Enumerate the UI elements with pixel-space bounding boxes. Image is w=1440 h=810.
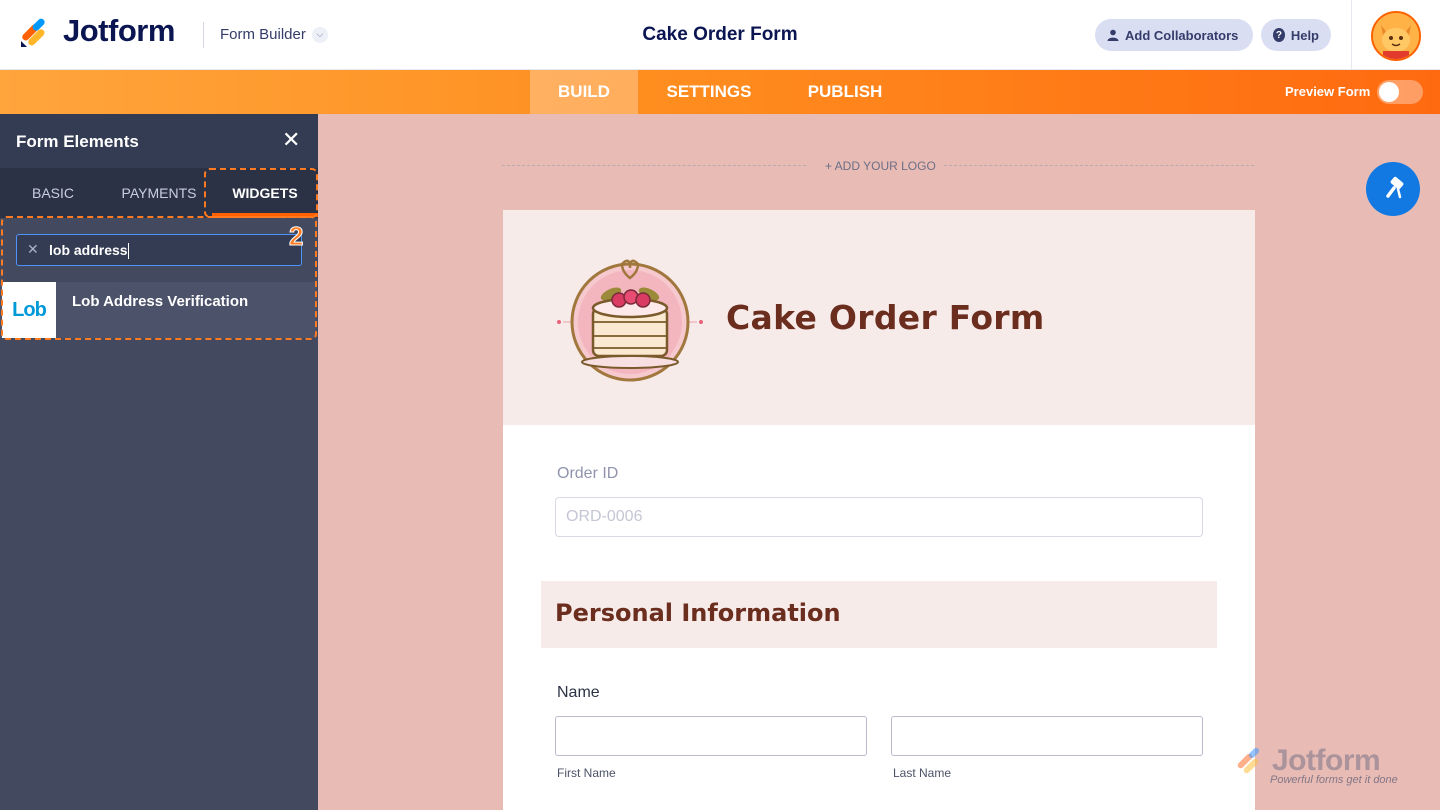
last-name-sublabel: Last Name: [893, 766, 952, 780]
avatar[interactable]: [1371, 11, 1421, 61]
name-label: Name: [557, 684, 600, 701]
add-collaborators-label: Add Collaborators: [1125, 27, 1239, 43]
highlight-search-area: [1, 216, 317, 340]
help-button[interactable]: ? Help: [1261, 19, 1331, 51]
form-heading[interactable]: Cake Order Form: [726, 298, 1045, 337]
add-collaborators-button[interactable]: Add Collaborators: [1095, 19, 1253, 51]
preview-form-label: Preview Form: [1285, 84, 1371, 99]
order-id-field[interactable]: ORD-0006: [555, 497, 1203, 537]
add-logo-link[interactable]: + ADD YOUR LOGO: [825, 159, 936, 173]
chevron-down-icon: ⌵: [311, 26, 328, 43]
step-badge: 2: [288, 221, 304, 251]
form-header[interactable]: Cake Order Form: [503, 210, 1255, 425]
top-bar: Jotform Form Builder ⌵ Cake Order Form A…: [0, 0, 1440, 70]
tab-build[interactable]: BUILD: [530, 70, 638, 114]
panel-title: Form Elements: [16, 132, 139, 151]
builder-nav: BUILD SETTINGS PUBLISH Preview Form: [0, 70, 1440, 114]
tab-payments[interactable]: PAYMENTS: [106, 168, 212, 218]
watermark-tagline: Powerful forms get it done: [1270, 774, 1398, 786]
watermark-logo-icon: [1237, 747, 1260, 774]
divider: [1351, 0, 1352, 70]
tab-settings[interactable]: SETTINGS: [650, 70, 768, 114]
divider: [944, 165, 1254, 166]
help-icon: ?: [1273, 28, 1285, 42]
highlight-widgets-tab: [204, 168, 318, 218]
tab-basic[interactable]: BASIC: [0, 168, 106, 218]
jotform-logo-icon[interactable]: [18, 17, 50, 49]
close-icon[interactable]: ✕: [282, 129, 300, 151]
toggle-knob: [1379, 82, 1399, 102]
divider: [203, 22, 204, 48]
user-icon: [1107, 29, 1119, 41]
brand-name[interactable]: Jotform: [63, 13, 175, 49]
form-designer-button[interactable]: [1366, 162, 1420, 216]
section-title: Personal Information: [555, 599, 841, 627]
form-canvas: + ADD YOUR LOGO Cake Order Form Order ID…: [318, 114, 1440, 810]
order-id-label: Order ID: [557, 465, 619, 482]
avatar-icon: [1373, 13, 1419, 59]
form-builder-menu[interactable]: Form Builder ⌵: [220, 26, 328, 43]
help-label: Help: [1290, 27, 1319, 43]
form-title[interactable]: Cake Order Form: [642, 24, 797, 45]
form-builder-label: Form Builder: [220, 26, 306, 43]
paint-roller-icon: [1386, 176, 1404, 199]
form-card: Cake Order Form Order ID ORD-0006 Person…: [503, 210, 1255, 810]
first-name-field[interactable]: [555, 716, 867, 756]
panel-header: Form Elements ✕: [0, 114, 318, 168]
tab-publish[interactable]: PUBLISH: [795, 70, 895, 114]
first-name-sublabel: First Name: [557, 766, 616, 780]
last-name-field[interactable]: [891, 716, 1203, 756]
watermark-brand: Jotform: [1272, 744, 1381, 777]
form-elements-panel: Form Elements ✕ BASIC PAYMENTS WIDGETS ✕…: [0, 114, 318, 810]
cake-icon: [557, 259, 703, 382]
section-header[interactable]: Personal Information: [541, 581, 1217, 648]
divider: [502, 165, 806, 166]
